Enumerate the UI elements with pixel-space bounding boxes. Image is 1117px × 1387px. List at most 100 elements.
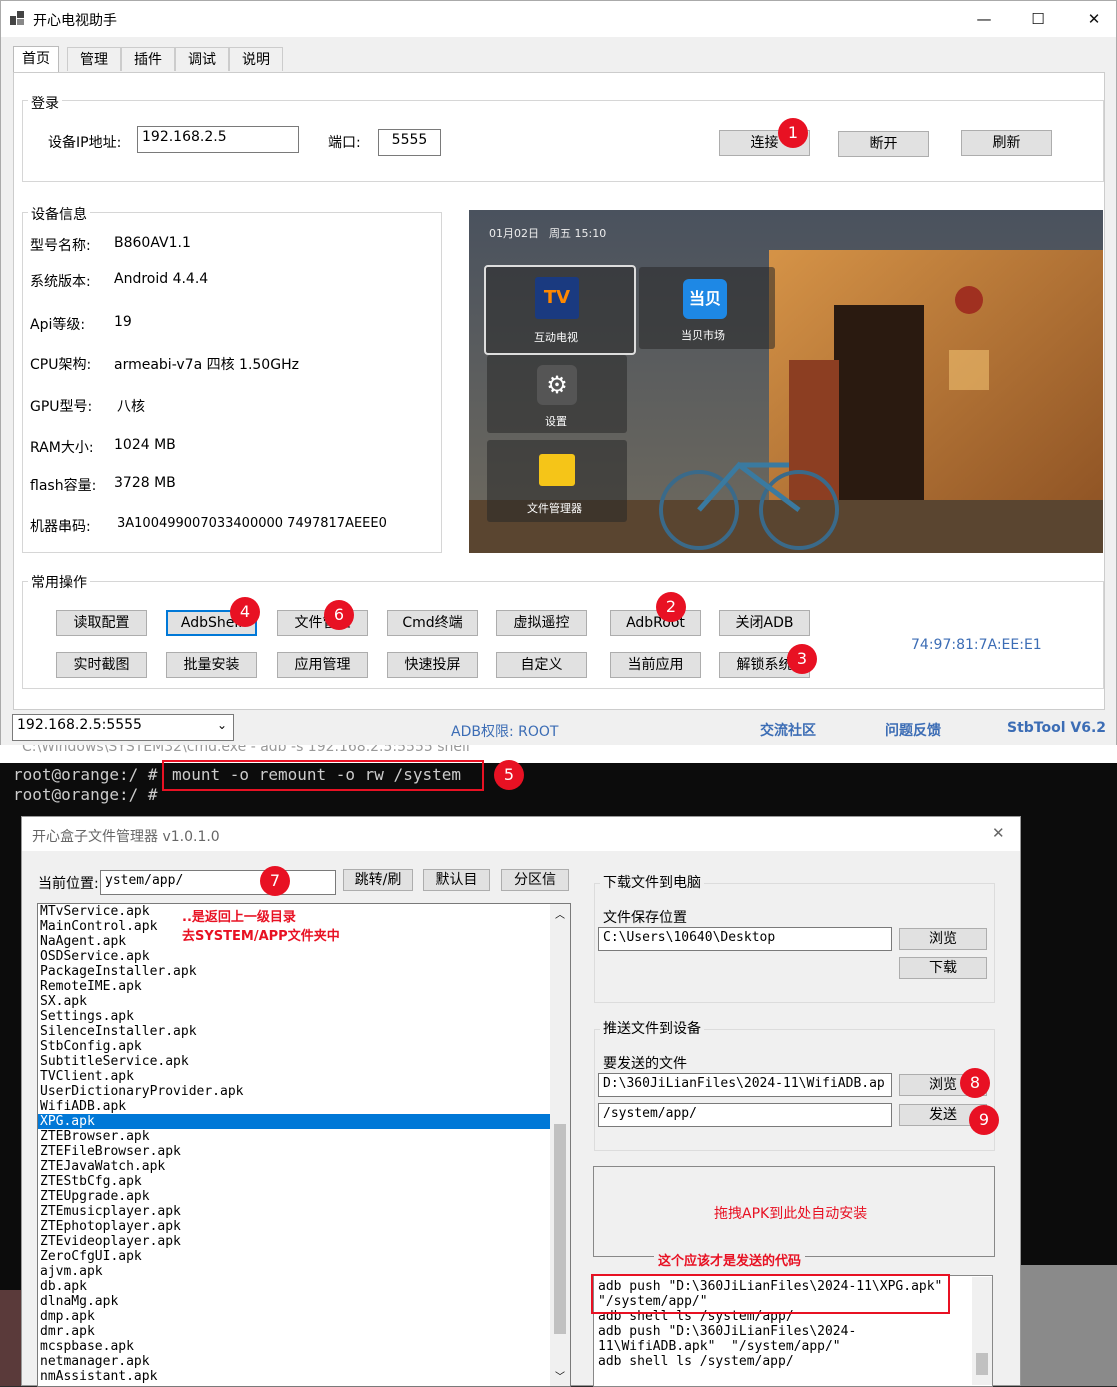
file-list-item[interactable]: SubtitleService.apk xyxy=(38,1054,570,1069)
disconnect-button[interactable]: 断开 xyxy=(838,131,929,157)
cpu-label: CPU架构: xyxy=(30,357,92,373)
file-list-item[interactable]: MTvService.apk xyxy=(38,904,570,919)
file-list-item[interactable]: ZTEBrowser.apk xyxy=(38,1129,570,1144)
ip-input[interactable]: 192.168.2.5 xyxy=(137,126,299,153)
port-input[interactable]: 5555 xyxy=(378,129,441,156)
step-badge-7: 7 xyxy=(260,866,290,896)
file-list-item[interactable]: nmAssistant.apk xyxy=(38,1369,570,1384)
tab-debug[interactable]: 调试 xyxy=(175,47,229,71)
os-value: Android 4.4.4 xyxy=(114,271,209,287)
apk-drop-zone[interactable]: 拖拽APK到此处自动安装 xyxy=(593,1166,995,1257)
file-list-item[interactable]: StbConfig.apk xyxy=(38,1039,570,1054)
file-list-item[interactable]: ZTEmusicplayer.apk xyxy=(38,1204,570,1219)
file-list-item[interactable]: mcspbase.apk xyxy=(38,1339,570,1354)
tv-app-icon: TV xyxy=(535,277,579,319)
close-button[interactable]: ✕ xyxy=(1071,1,1117,37)
current-app-button[interactable]: 当前应用 xyxy=(610,652,701,678)
read-config-button[interactable]: 读取配置 xyxy=(56,610,147,636)
tv-screen-preview: 01月02日 周五 15:10 TV 互动电视 当贝 当贝市场 ⚙ 设置 文件管… xyxy=(469,210,1103,553)
goto-refresh-button[interactable]: 跳转/刷 xyxy=(343,869,413,891)
file-list-item[interactable]: ZTEStbCfg.apk xyxy=(38,1174,570,1189)
chevron-down-icon: ⌄ xyxy=(216,718,227,732)
desktop-edge xyxy=(0,1290,22,1386)
gpu-value: 八核 xyxy=(117,399,145,415)
file-list-item[interactable]: RemoteIME.apk xyxy=(38,979,570,994)
close-adb-button[interactable]: 关闭ADB xyxy=(719,610,810,636)
log-scrollbar[interactable] xyxy=(972,1277,992,1385)
step-badge-4: 4 xyxy=(230,597,260,627)
file-list-item[interactable]: ZTEphotoplayer.apk xyxy=(38,1219,570,1234)
file-list-item[interactable]: dmp.apk xyxy=(38,1309,570,1324)
cmd-terminal-button[interactable]: Cmd终端 xyxy=(387,610,478,636)
file-list-scrollbar[interactable]: ︿ ﹀ xyxy=(550,904,570,1386)
tab-home[interactable]: 首页 xyxy=(13,46,59,72)
app-manager-button[interactable]: 应用管理 xyxy=(277,652,368,678)
file-list-item[interactable]: db.apk xyxy=(38,1279,570,1294)
download-browse-button[interactable]: 浏览 xyxy=(899,928,987,950)
file-list-item[interactable]: ZTEFileBrowser.apk xyxy=(38,1144,570,1159)
maximize-button[interactable]: ☐ xyxy=(1015,1,1061,37)
version-link[interactable]: StbTool V6.2 xyxy=(1007,720,1106,736)
screenshot-button[interactable]: 实时截图 xyxy=(56,652,147,678)
file-list-item[interactable]: TVClient.apk xyxy=(38,1069,570,1084)
file-list-item[interactable]: ZTEUpgrade.apk xyxy=(38,1189,570,1204)
file-list-item[interactable]: dlnaMg.apk xyxy=(38,1294,570,1309)
save-location-input[interactable]: C:\Users\10640\Desktop xyxy=(598,927,892,951)
custom-button[interactable]: 自定义 xyxy=(496,652,587,678)
tab-plugins[interactable]: 插件 xyxy=(121,47,175,71)
filemanager-label: 文件管理器 xyxy=(527,502,582,515)
file-list-item[interactable]: ZTEJavaWatch.apk xyxy=(38,1159,570,1174)
push-target-input[interactable]: /system/app/ xyxy=(598,1103,892,1127)
file-list-item[interactable]: dmr.apk xyxy=(38,1324,570,1339)
tv-tile-filemanager: 文件管理器 xyxy=(487,440,627,522)
feedback-link[interactable]: 问题反馈 xyxy=(885,720,941,740)
community-link[interactable]: 交流社区 xyxy=(760,720,816,740)
file-list-item[interactable]: WifiADB.apk xyxy=(38,1099,570,1114)
tab-manage[interactable]: 管理 xyxy=(67,47,121,71)
tv-tile-settings: ⚙ 设置 xyxy=(487,355,627,433)
location-input[interactable]: ystem/app/ xyxy=(100,870,336,895)
file-list[interactable]: MTvService.apk MainControl.apk NaAgent.apk… xyxy=(37,903,571,1387)
download-button[interactable]: 下载 xyxy=(899,957,987,979)
scrollbar-thumb[interactable] xyxy=(554,1124,566,1334)
ram-value: 1024 MB xyxy=(114,437,176,453)
fm-close-icon[interactable]: ✕ xyxy=(992,824,1005,842)
device-select[interactable]: 192.168.2.5:5555 ⌄ xyxy=(12,714,234,741)
file-manager-button[interactable]: 文件管理 xyxy=(277,610,368,636)
folder-icon xyxy=(539,454,575,486)
fm-title: 开心盒子文件管理器 v1.0.1.0 xyxy=(32,829,220,845)
file-list-item[interactable]: ZeroCfgUI.apk xyxy=(38,1249,570,1264)
screen-cast-button[interactable]: 快速投屏 xyxy=(387,652,478,678)
adbroot-button[interactable]: AdbRoot xyxy=(610,610,701,636)
push-file-input[interactable]: D:\360JiLianFiles\2024-11\WifiADB.ap xyxy=(598,1073,892,1097)
file-list-item[interactable]: SilenceInstaller.apk xyxy=(38,1024,570,1039)
window-title: 开心电视助手 xyxy=(33,13,117,29)
default-dir-button[interactable]: 默认目 xyxy=(423,869,490,891)
file-list-item[interactable]: ZTEvideoplayer.apk xyxy=(38,1234,570,1249)
file-list-item[interactable]: ajvm.apk xyxy=(38,1264,570,1279)
log-line-6: adb shell ls /system/app/ xyxy=(598,1354,794,1369)
model-label: 型号名称: xyxy=(30,238,91,254)
file-list-item[interactable]: Settings.apk xyxy=(38,1009,570,1024)
file-list-item[interactable]: netmanager.apk xyxy=(38,1354,570,1369)
file-list-item[interactable]: PackageInstaller.apk xyxy=(38,964,570,979)
file-manager-window: 开心盒子文件管理器 v1.0.1.0 ✕ 当前位置: ystem/app/ 跳转… xyxy=(21,816,1021,1387)
minimize-button[interactable]: — xyxy=(961,1,1007,37)
refresh-button[interactable]: 刷新 xyxy=(961,130,1052,156)
scroll-up-icon[interactable]: ︿ xyxy=(555,906,565,921)
virtual-remote-button[interactable]: 虚拟遥控 xyxy=(496,610,587,636)
file-list-item[interactable]: OSDService.apk xyxy=(38,949,570,964)
scroll-down-icon[interactable]: ﹀ xyxy=(555,1368,565,1383)
log-scrollbar-thumb[interactable] xyxy=(976,1353,988,1375)
batch-install-button[interactable]: 批量安装 xyxy=(166,652,257,678)
step-badge-9: 9 xyxy=(969,1105,999,1135)
adb-permission: ADB权限: ROOT xyxy=(451,724,559,740)
step-badge-3: 3 xyxy=(787,644,817,674)
tab-help[interactable]: 说明 xyxy=(229,47,283,71)
partition-info-button[interactable]: 分区信 xyxy=(501,869,569,891)
device-select-value: 192.168.2.5:5555 xyxy=(17,717,142,733)
file-list-item[interactable]: UserDictionaryProvider.apk xyxy=(38,1084,570,1099)
file-list-item[interactable]: SX.apk xyxy=(38,994,570,1009)
flash-value: 3728 MB xyxy=(114,475,176,491)
file-list-item[interactable]: XPG.apk xyxy=(38,1114,570,1129)
